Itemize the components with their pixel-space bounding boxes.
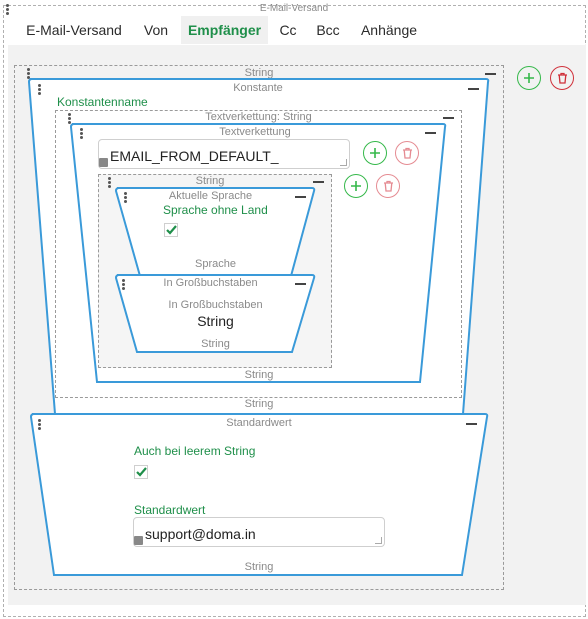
default-value-label: Standardwert xyxy=(134,503,206,517)
uppercase-collapse-icon[interactable] xyxy=(295,283,306,285)
default-value-field[interactable]: support@doma.in xyxy=(133,517,385,547)
link-icon xyxy=(134,536,143,545)
uppercase-label: In Großbuchstaben xyxy=(163,277,258,289)
language-collapse-icon[interactable] xyxy=(295,196,306,198)
language-option-checkbox[interactable] xyxy=(164,223,178,237)
default-label: Standardwert xyxy=(226,417,292,429)
default-collapse-icon[interactable] xyxy=(466,423,477,425)
concat-footer: String xyxy=(244,369,274,381)
default-value: support@doma.in xyxy=(145,526,256,542)
empty-string-checkbox[interactable] xyxy=(134,465,148,479)
uppercase-footer: String xyxy=(201,338,230,350)
uppercase-inner-value: String xyxy=(197,313,234,329)
language-footer: Sprache xyxy=(195,258,236,270)
default-footer: String xyxy=(244,561,274,573)
resize-handle-icon[interactable] xyxy=(375,537,382,544)
konstante-footer: String xyxy=(244,398,274,410)
language-option-label: Sprache ohne Land xyxy=(163,203,268,217)
empty-string-label: Auch bei leerem String xyxy=(134,444,256,458)
language-label: Aktuelle Sprache xyxy=(168,190,253,202)
uppercase-inner-label: In Großbuchstaben xyxy=(168,299,263,311)
